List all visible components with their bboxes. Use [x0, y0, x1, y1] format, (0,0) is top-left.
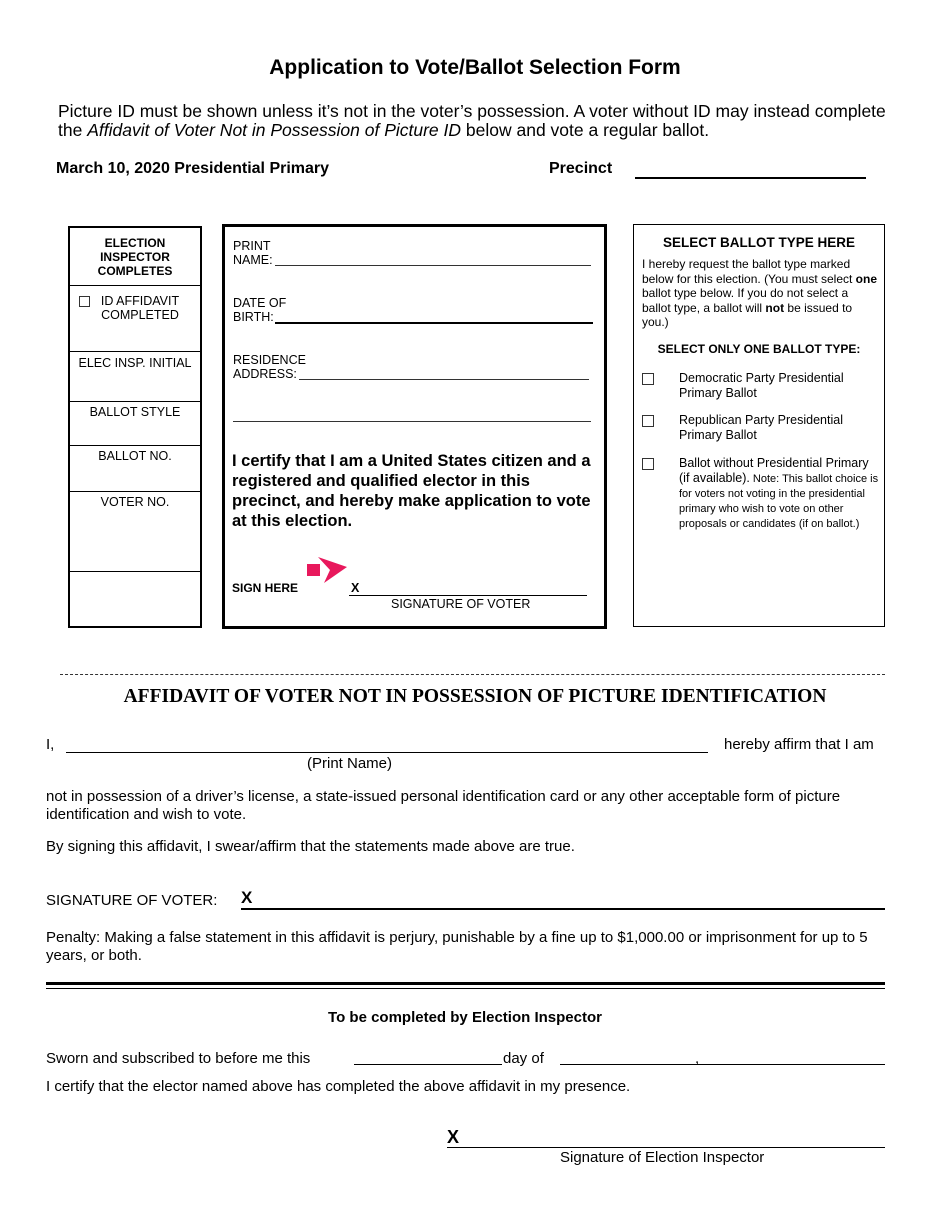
affidavit-signature-x: X — [241, 888, 253, 907]
ballot-no-label: BALLOT NO. — [98, 449, 172, 463]
arrow-head — [318, 557, 347, 583]
citizenship-certification: I certify that I am a United States citi… — [232, 452, 591, 530]
voter-box: PRINT NAME: DATE OF BIRTH: RESIDENCE ADDRES… — [222, 224, 607, 629]
ballot-type-description: I hereby request the ballot type marked … — [642, 257, 878, 329]
id-affidavit-label: ID AFFIDAVIT COMPLETED — [100, 294, 180, 322]
intro-text: Picture ID must be shown unless it’s not… — [58, 102, 898, 140]
affidavit-signature-field[interactable] — [241, 908, 885, 910]
republican-label: Republican Party Presidential Primary Ba… — [679, 413, 843, 442]
inspector-certify-text: I certify that the elector named above h… — [46, 1078, 631, 1095]
no-presidential-label: Ballot without Presidential Primary (if … — [679, 456, 879, 530]
blank-cell — [70, 572, 200, 626]
date-comma: , — [695, 1050, 700, 1067]
ballot-style-field[interactable]: BALLOT STYLE — [70, 402, 200, 446]
sign-here-label: SIGN HERE — [232, 581, 299, 595]
democratic-checkbox[interactable] — [642, 373, 654, 385]
arrow-tail — [307, 564, 320, 576]
affidavit-title: AFFIDAVIT OF VOTER NOT IN POSSESSION OF … — [123, 686, 827, 707]
intro-part-2: below and vote a regular ballot. — [461, 120, 710, 140]
precinct-label: Precinct — [549, 160, 613, 177]
voter-signature-field[interactable] — [349, 595, 587, 596]
form-title: Application to Vote/Ballot Selection For… — [269, 56, 681, 79]
affidavit-signature-label: SIGNATURE OF VOTER: — [46, 892, 218, 909]
dob-field[interactable] — [275, 322, 593, 324]
cut-line-divider — [60, 674, 885, 675]
precinct-field[interactable] — [635, 177, 866, 179]
address-line-2-field[interactable] — [233, 421, 591, 422]
republican-checkbox[interactable] — [642, 415, 654, 427]
section-divider-thin — [46, 988, 885, 989]
no-presidential-checkbox[interactable] — [642, 458, 654, 470]
print-name-caption: (Print Name) — [307, 755, 393, 772]
affidavit-i-label: I, — [46, 736, 55, 753]
voter-no-field[interactable]: VOTER NO. — [70, 492, 200, 572]
id-affidavit-cell: ID AFFIDAVIT COMPLETED — [70, 286, 200, 352]
ballot-style-label: BALLOT STYLE — [89, 405, 181, 419]
print-name-field[interactable] — [275, 265, 591, 266]
address-field[interactable] — [299, 379, 589, 380]
elec-insp-initial-label: ELEC INSP. INITIAL — [78, 356, 192, 370]
address-label: RESIDENCE ADDRESS: — [233, 353, 306, 381]
inspector-signature-caption: Signature of Election Inspector — [560, 1149, 765, 1166]
sworn-text: Sworn and subscribed to before me this — [46, 1050, 311, 1067]
voter-signature-x: X — [351, 581, 360, 595]
voter-signature-caption: SIGNATURE OF VOTER — [391, 597, 531, 611]
inspector-box: ELECTION INSPECTOR COMPLETES ID AFFIDAVI… — [68, 226, 202, 628]
inspector-signature-field[interactable] — [447, 1147, 885, 1148]
dob-label: DATE OF BIRTH: — [233, 296, 287, 324]
ballot-type-heading: SELECT BALLOT TYPE HERE — [662, 235, 855, 250]
democratic-label: Democratic Party Presidential Primary Ba… — [679, 371, 844, 400]
elec-insp-initial-field[interactable]: ELEC INSP. INITIAL — [70, 352, 200, 402]
day-of-text: day of — [503, 1050, 544, 1067]
election-name: March 10, 2020 Presidential Primary — [56, 160, 330, 177]
id-affidavit-checkbox[interactable] — [79, 296, 90, 307]
affidavit-swear: By signing this affidavit, I swear/affir… — [46, 838, 575, 855]
select-only-one-label: SELECT ONLY ONE BALLOT TYPE: — [657, 342, 861, 356]
sign-here-arrow-icon — [307, 557, 347, 583]
section-divider-thick — [46, 982, 885, 985]
month-year-field[interactable] — [560, 1064, 885, 1065]
day-field[interactable] — [354, 1064, 502, 1065]
ballot-no-field[interactable]: BALLOT NO. — [70, 446, 200, 492]
penalty-text: Penalty: Making a false statement in thi… — [46, 929, 868, 964]
voter-no-label: VOTER NO. — [100, 495, 170, 509]
affirm-text: hereby affirm that I am — [724, 736, 874, 753]
inspector-heading: ELECTION INSPECTOR COMPLETES — [70, 228, 200, 286]
ballot-type-box: SELECT BALLOT TYPE HERE I hereby request… — [633, 224, 885, 627]
inspector-signature-x: X — [447, 1127, 460, 1147]
intro-affidavit-reference: Affidavit of Voter Not in Possession of … — [87, 120, 462, 140]
affidavit-statement: not in possession of a driver’s license,… — [46, 788, 841, 823]
affidavit-name-field[interactable] — [66, 752, 708, 753]
inspector-section-title: To be completed by Election Inspector — [328, 1009, 602, 1026]
print-name-label: PRINT NAME: — [233, 239, 273, 267]
